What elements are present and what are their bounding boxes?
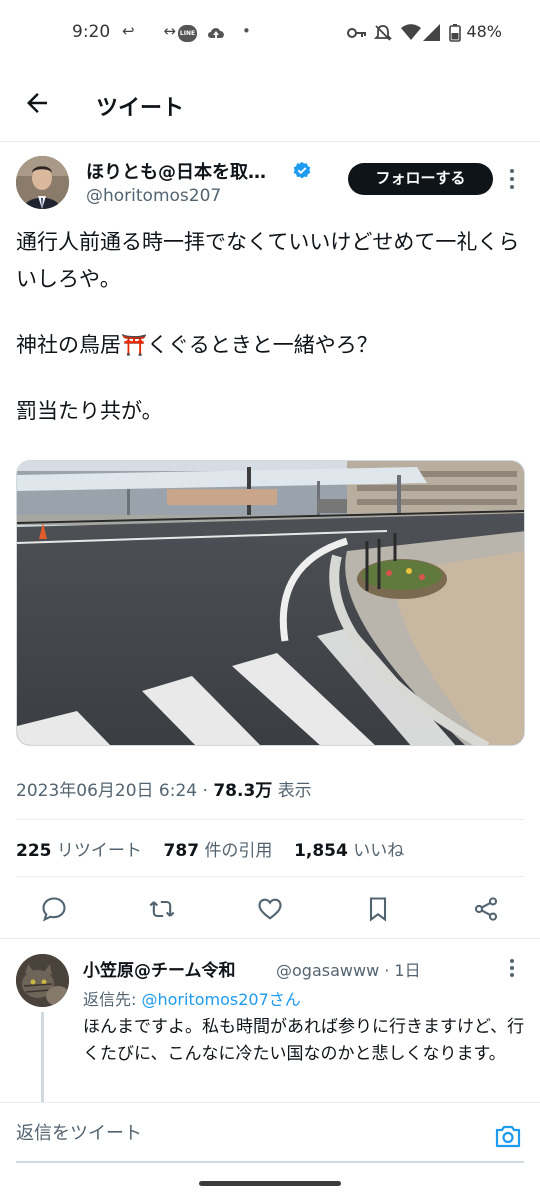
- top-app-bar: ツイート: [0, 68, 540, 142]
- battery-percent: 48%: [466, 22, 502, 41]
- reply-author-meta: @ogasawww · 1日: [276, 957, 421, 981]
- follow-button[interactable]: フォローする: [348, 163, 493, 195]
- reply-input[interactable]: [16, 1123, 476, 1144]
- divider: [16, 876, 524, 877]
- likes-count: 1,854: [294, 841, 348, 861]
- reply-text: ほんまですよ。私も時間があれば参りに行きますけど、行くたびに、こんなに冷たい国な…: [83, 1017, 525, 1064]
- views-label: 表示: [277, 781, 312, 801]
- retweets-count: 225: [16, 841, 52, 861]
- quotes-stat[interactable]: 787 件の引用: [164, 841, 273, 861]
- retweet-icon[interactable]: [148, 895, 176, 923]
- author-name[interactable]: ほりとも@日本を取…: [86, 158, 266, 184]
- cloud-upload-icon: [208, 28, 224, 39]
- reply-more-options-icon[interactable]: [508, 958, 516, 978]
- divider: [0, 938, 540, 939]
- author-avatar[interactable]: [16, 156, 69, 209]
- retweets-stat[interactable]: 225 リツイート: [16, 841, 142, 861]
- tweet-timestamp: 2023年06月20日 6:24: [16, 781, 198, 801]
- divider: [16, 819, 524, 820]
- likes-stat[interactable]: 1,854 いいね: [294, 841, 404, 861]
- meta-separator: ·: [202, 781, 208, 801]
- reply-to-handle-link[interactable]: @horitomos207さん: [142, 990, 301, 1009]
- reply-icon[interactable]: [40, 895, 68, 923]
- tweet-meta: 2023年06月20日 6:24 · 78.3万 表示: [16, 776, 312, 801]
- compose-underline: [16, 1161, 524, 1163]
- street-crosswalk-image: [17, 461, 524, 745]
- reply-avatar[interactable]: [16, 954, 69, 1007]
- status-bar: 9:20 ↩ ↔ LINE • 48%: [0, 0, 540, 68]
- back-arrow-icon[interactable]: [22, 88, 52, 118]
- more-options-icon[interactable]: [508, 168, 516, 190]
- retweets-label: リツイート: [56, 841, 142, 861]
- reply-compose-bar: [0, 1102, 540, 1164]
- like-heart-icon[interactable]: [256, 895, 284, 923]
- author-avatar-image: [16, 156, 69, 209]
- author-handle[interactable]: @horitomos207: [86, 186, 221, 206]
- tweet-text: 通行人前通る時一拝でなくていいけどせめて一礼くらいしろや。 神社の鳥居⛩️くぐる…: [16, 224, 526, 459]
- mute-icon: [374, 25, 392, 41]
- wifi-icon: [401, 24, 421, 40]
- tweet-paragraph: 通行人前通る時一拝でなくていいけどせめて一礼くらいしろや。: [16, 230, 520, 291]
- verified-badge-icon: [293, 161, 311, 179]
- likes-label: いいね: [353, 841, 405, 861]
- key-icon: [347, 28, 366, 38]
- gesture-nav-handle[interactable]: [199, 1181, 341, 1186]
- tweet-stats: 225 リツイート 787 件の引用 1,854 いいね: [16, 836, 404, 861]
- line-app-icon: LINE: [178, 25, 197, 42]
- tweet-actions: [0, 885, 540, 933]
- reply-author-name[interactable]: 小笠原@チーム令和: [83, 956, 236, 981]
- signal-icon: [423, 24, 440, 41]
- quotes-count: 787: [163, 841, 200, 861]
- tweet-paragraph: 罰当たり共が。: [16, 399, 163, 423]
- reply-time: · 1日: [384, 961, 421, 980]
- replying-to: 返信先: @horitomos207さん: [83, 986, 301, 1010]
- tweet-paragraph: 神社の鳥居⛩️くぐるときと一緒やろ？: [16, 333, 378, 357]
- tweet-photo[interactable]: [16, 460, 525, 746]
- share-icon[interactable]: [472, 895, 500, 923]
- battery-icon: [449, 24, 461, 42]
- status-time: 9:20: [72, 22, 111, 42]
- thread-line: [41, 1012, 44, 1102]
- more-notifications-dot: •: [242, 22, 251, 40]
- reply-author-handle[interactable]: @ogasawww: [276, 961, 379, 980]
- camera-icon[interactable]: [494, 1123, 522, 1149]
- cat-avatar-image: [16, 954, 69, 1007]
- bookmark-icon[interactable]: [364, 895, 392, 923]
- page-title: ツイート: [96, 96, 185, 121]
- reply-to-label: 返信先:: [83, 990, 137, 1009]
- views-count: 78.3万: [213, 781, 273, 801]
- quotes-label: 件の引用: [204, 841, 273, 861]
